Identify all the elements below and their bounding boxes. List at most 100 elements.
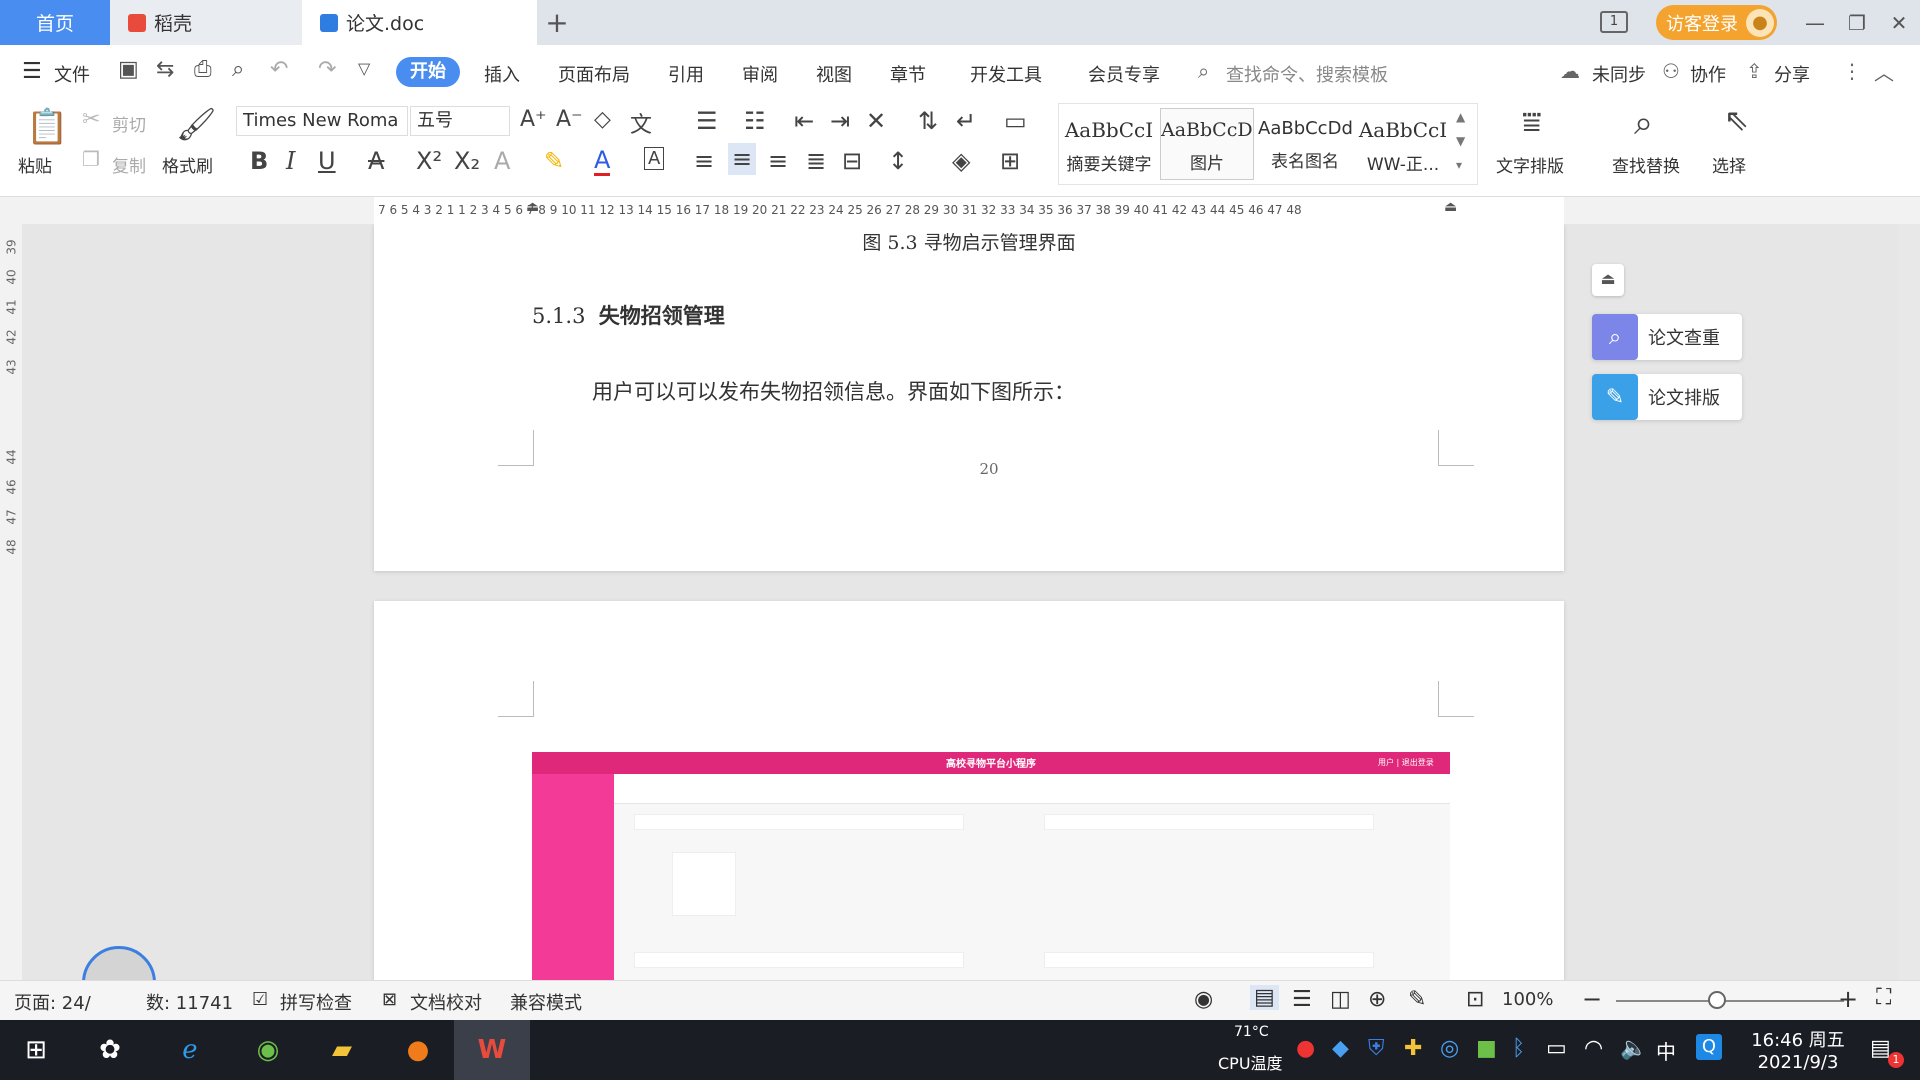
eye-protection-icon[interactable]: ◉ bbox=[1194, 987, 1213, 1012]
clear-format-icon[interactable]: ◇ bbox=[594, 107, 611, 132]
highlight-icon[interactable]: ✎ bbox=[544, 147, 564, 175]
paper-layout-button[interactable]: ✎ 论文排版 bbox=[1592, 374, 1742, 420]
menu-insert[interactable]: 插入 bbox=[484, 61, 520, 87]
zoom-slider[interactable] bbox=[1616, 1000, 1844, 1002]
style-ww-normal[interactable]: AaBbCcI WW-正... bbox=[1356, 108, 1450, 180]
text-effect-icon[interactable]: A bbox=[494, 147, 510, 175]
login-button[interactable]: 访客登录 ● bbox=[1656, 5, 1777, 40]
proofread-button[interactable]: 文档校对 bbox=[410, 989, 482, 1015]
read-view-icon[interactable]: ◫ bbox=[1330, 987, 1351, 1012]
ie-browser-icon[interactable]: ℯ bbox=[170, 1030, 210, 1070]
menu-page-layout[interactable]: 页面布局 bbox=[558, 61, 630, 87]
restore-icon[interactable]: ❐ bbox=[1842, 8, 1872, 38]
zoom-slider-handle[interactable] bbox=[1708, 991, 1726, 1009]
style-abstract-keyword[interactable]: AaBbCcI 摘要关键字 bbox=[1062, 108, 1156, 180]
window-layout-icon[interactable]: 1 bbox=[1600, 11, 1628, 33]
document-page[interactable]: 图 5.3 寻物启示管理界面 5.1.3 失物招领管理 用户可以可以发布失物招领… bbox=[374, 224, 1564, 571]
menu-review[interactable]: 审阅 bbox=[742, 61, 778, 87]
cut-button[interactable]: 剪切 bbox=[112, 111, 146, 136]
save-icon[interactable]: ▣ bbox=[118, 57, 139, 82]
paste-button[interactable]: 粘贴 bbox=[18, 152, 52, 177]
hamburger-icon[interactable]: ☰ bbox=[22, 59, 42, 84]
menu-start[interactable]: 开始 bbox=[396, 57, 460, 87]
print-icon[interactable]: ⎙ bbox=[194, 57, 212, 82]
numbered-list-icon[interactable]: ☷ bbox=[744, 107, 766, 135]
print-preview-icon[interactable]: ⌕ bbox=[232, 57, 244, 82]
align-center-icon[interactable]: ≡ bbox=[728, 143, 757, 175]
embedded-screenshot[interactable]: 高校寻物平台小程序 用户 | 退出登录 bbox=[532, 752, 1450, 980]
menu-file[interactable]: 文件 bbox=[54, 61, 90, 87]
quick-access-dropdown-icon[interactable]: ▽ bbox=[358, 59, 370, 78]
text-layout-button[interactable]: 文字排版 bbox=[1496, 152, 1564, 177]
write-view-icon[interactable]: ✎ bbox=[1408, 987, 1426, 1012]
page-count[interactable]: 页面: 24/ bbox=[14, 989, 91, 1015]
export-icon[interactable]: ⇆ bbox=[156, 57, 174, 82]
spell-check-button[interactable]: 拼写检查 bbox=[280, 989, 352, 1015]
align-right-icon[interactable]: ≡ bbox=[768, 147, 788, 175]
bold-icon[interactable]: B bbox=[250, 147, 268, 175]
nvidia-icon[interactable]: ■ bbox=[1476, 1036, 1497, 1061]
menu-developer[interactable]: 开发工具 bbox=[970, 61, 1042, 87]
font-name-select[interactable]: Times New Roma bbox=[236, 106, 408, 136]
shield-icon[interactable]: ⛨ bbox=[1368, 1036, 1385, 1061]
tab-home[interactable]: 首页 bbox=[0, 0, 110, 45]
superscript-icon[interactable]: X² bbox=[416, 147, 442, 175]
phonetic-icon[interactable]: 文 bbox=[630, 107, 652, 139]
menu-references[interactable]: 引用 bbox=[668, 61, 704, 87]
app-launcher-icon[interactable]: ✿ bbox=[90, 1030, 130, 1070]
browser-icon[interactable]: ◉ bbox=[248, 1030, 288, 1070]
tray-app-icon[interactable]: ◎ bbox=[1440, 1036, 1459, 1061]
new-tab-button[interactable]: + bbox=[537, 0, 577, 45]
ime-indicator[interactable]: 中 bbox=[1656, 1036, 1676, 1065]
zoom-in-icon[interactable]: + bbox=[1838, 985, 1858, 1013]
select-button[interactable]: 选择 bbox=[1712, 152, 1746, 177]
menu-chapter[interactable]: 章节 bbox=[890, 61, 926, 87]
sync-button[interactable]: 未同步 bbox=[1592, 61, 1646, 87]
copy-button[interactable]: 复制 bbox=[112, 152, 146, 177]
tray-app-icon[interactable]: ✚ bbox=[1404, 1036, 1422, 1061]
shrink-font-icon[interactable]: A⁻ bbox=[556, 107, 583, 132]
undo-icon[interactable]: ↶ bbox=[270, 57, 288, 82]
word-count[interactable]: 数: 11741 bbox=[146, 989, 233, 1015]
floating-assistant-icon[interactable] bbox=[82, 946, 156, 980]
clock-time[interactable]: 16:46 周五 bbox=[1746, 1026, 1850, 1052]
minimize-icon[interactable]: — bbox=[1800, 8, 1830, 38]
paper-check-button[interactable]: ⌕ 论文查重 bbox=[1592, 314, 1742, 360]
battery-icon[interactable]: ▭ bbox=[1546, 1036, 1567, 1061]
redo-icon[interactable]: ↷ bbox=[318, 57, 336, 82]
command-search-input[interactable]: 查找命令、搜索模板 bbox=[1226, 61, 1388, 87]
strikethrough-icon[interactable]: A bbox=[368, 147, 384, 175]
app-icon[interactable]: ● bbox=[398, 1030, 438, 1070]
tray-app-icon[interactable]: ◆ bbox=[1332, 1036, 1349, 1061]
zoom-out-icon[interactable]: − bbox=[1582, 985, 1602, 1013]
increase-indent-icon[interactable]: ⇥ bbox=[830, 107, 850, 135]
italic-icon[interactable]: I bbox=[286, 147, 295, 175]
web-view-icon[interactable]: ⊕ bbox=[1368, 987, 1386, 1012]
grow-font-icon[interactable]: A⁺ bbox=[520, 107, 547, 132]
align-left-icon[interactable]: ≡ bbox=[694, 147, 714, 175]
indent-marker-icon[interactable]: ⏏ bbox=[526, 199, 539, 215]
shading-icon[interactable]: ◈ bbox=[952, 147, 970, 175]
wifi-icon[interactable]: ◠ bbox=[1584, 1036, 1603, 1061]
justify-icon[interactable]: ≣ bbox=[806, 147, 826, 175]
clock-date[interactable]: 2021/9/3 bbox=[1746, 1052, 1850, 1073]
line-spacing-icon[interactable]: ↕ bbox=[888, 147, 908, 175]
fit-page-icon[interactable]: ⊡ bbox=[1466, 987, 1484, 1012]
style-scroll-icon[interactable]: ▲ ▼ ▾ bbox=[1456, 105, 1465, 177]
tray-app-icon[interactable]: ● bbox=[1296, 1036, 1315, 1061]
tab-daoke[interactable]: 稻壳 bbox=[110, 0, 302, 45]
subscript-icon[interactable]: X₂ bbox=[454, 147, 480, 175]
borders-icon[interactable]: ⊞ bbox=[1000, 147, 1020, 175]
distribute-icon[interactable]: ⊟ bbox=[842, 147, 862, 175]
format-painter-button[interactable]: 格式刷 bbox=[162, 152, 213, 177]
paste-icon[interactable]: 📋 bbox=[26, 107, 68, 147]
document-page[interactable]: 高校寻物平台小程序 用户 | 退出登录 bbox=[374, 601, 1564, 980]
font-color-icon[interactable]: A bbox=[594, 147, 611, 176]
bullet-list-icon[interactable]: ☰ bbox=[696, 107, 718, 135]
zoom-level[interactable]: 100% bbox=[1502, 989, 1553, 1010]
collapse-ribbon-icon[interactable]: ︿ bbox=[1874, 57, 1894, 86]
close-icon[interactable]: ✕ bbox=[1884, 8, 1914, 38]
style-picture[interactable]: AaBbCcDd 图片 bbox=[1160, 108, 1254, 180]
menu-member[interactable]: 会员专享 bbox=[1088, 61, 1160, 87]
tab-document[interactable]: 论文.doc bbox=[302, 0, 537, 45]
